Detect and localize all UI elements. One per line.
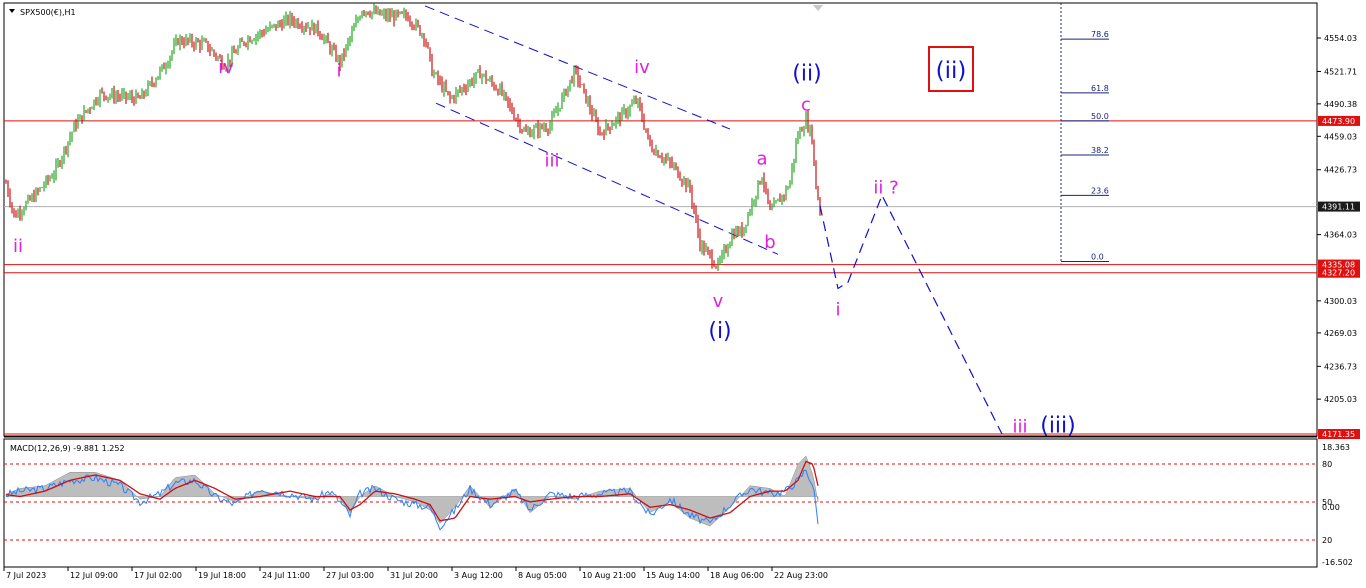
x-tick-label: 15 Aug 14:00	[646, 571, 700, 580]
y-tick-label: 4300.03	[1324, 297, 1357, 306]
wave-label: a	[756, 148, 767, 169]
wave-label: iv	[218, 57, 234, 78]
y-tick-label: 4459.03	[1324, 132, 1357, 141]
wave-label: i	[835, 299, 840, 320]
annotation-box-label: (ii)	[936, 58, 967, 84]
macd-label: MACD(12,26,9) -9.881 1.252	[10, 444, 125, 453]
x-tick-label: 31 Jul 20:00	[390, 571, 438, 580]
wave-label: iii	[1012, 416, 1027, 437]
wave-label: c	[801, 94, 811, 115]
x-tick-label: 7 Jul 2023	[6, 571, 46, 580]
fib-level-label: 61.8	[1091, 84, 1109, 93]
fib-level-label: 78.6	[1091, 30, 1109, 39]
wave-label: (ii)	[792, 61, 821, 86]
macd-tick-label: 0.00	[1322, 503, 1340, 512]
y-tick-label: 4490.38	[1324, 100, 1357, 109]
macd-tick-label: 18.363	[1322, 443, 1350, 452]
y-tick-label: 4269.03	[1324, 329, 1357, 338]
wave-label: v	[713, 291, 724, 312]
x-tick-label: 27 Jul 03:00	[326, 571, 374, 580]
wave-label: (iii)	[1040, 413, 1076, 438]
fib-level-label: 23.6	[1091, 186, 1109, 195]
x-tick-label: 18 Aug 06:00	[710, 571, 764, 580]
macd-tick-label: -16.502	[1322, 558, 1353, 567]
wave-label: ii ?	[873, 177, 898, 198]
x-tick-label: 22 Aug 23:00	[774, 571, 828, 580]
x-tick-label: 10 Aug 21:00	[582, 571, 636, 580]
price-tag-label: 4327.20	[1322, 269, 1355, 278]
y-tick-label: 4521.71	[1324, 67, 1357, 76]
x-tick-label: 24 Jul 11:00	[262, 571, 310, 580]
fib-level-label: 0.0	[1091, 253, 1104, 262]
y-tick-label: 4205.03	[1324, 395, 1357, 404]
fib-level-label: 50.0	[1091, 112, 1109, 121]
wave-label: (i)	[708, 319, 731, 344]
wave-label: iv	[634, 57, 650, 78]
price-tag-label: 4391.11	[1322, 203, 1355, 212]
y-tick-label: 4236.73	[1324, 362, 1357, 371]
symbol-label: SPX500(€),H1	[20, 8, 76, 17]
wave-label: iii	[544, 150, 559, 171]
chart-window: SPX500(€),H1 78.661.850.038.223.60.0 iii…	[0, 0, 1366, 588]
y-tick-label: 4554.03	[1324, 34, 1357, 43]
wave-label: ii	[13, 236, 23, 257]
fib-level-label: 38.2	[1091, 146, 1109, 155]
x-tick-label: 17 Jul 02:00	[134, 571, 182, 580]
y-tick-label: 4426.73	[1324, 166, 1357, 175]
y-tick-label: 4364.03	[1324, 231, 1357, 240]
macd-tick-label: 20	[1322, 536, 1332, 545]
macd-tick-label: 80	[1322, 460, 1332, 469]
price-tag-label: 4171.35	[1322, 430, 1355, 439]
wave-label: i	[336, 60, 341, 81]
wave-label: b	[764, 232, 775, 253]
x-tick-label: 3 Aug 12:00	[454, 571, 503, 580]
x-tick-label: 12 Jul 09:00	[70, 571, 118, 580]
x-tick-label: 8 Aug 05:00	[518, 571, 567, 580]
x-tick-label: 19 Jul 18:00	[198, 571, 246, 580]
price-tag-label: 4473.90	[1322, 117, 1355, 126]
